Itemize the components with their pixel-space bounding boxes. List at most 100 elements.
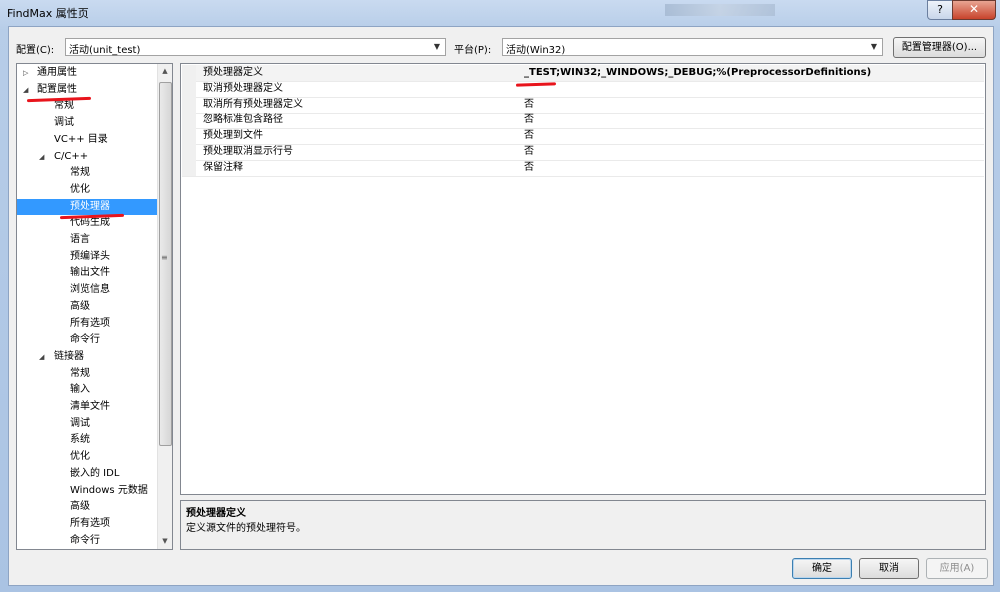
tree-item[interactable]: 清单文件	[17, 399, 157, 415]
grip-icon: ≡	[161, 253, 168, 262]
tree-item-label: VC++ 目录	[54, 133, 108, 145]
tree-item-label: C/C++	[54, 150, 89, 162]
tree-item[interactable]: 语言	[17, 232, 157, 248]
collapse-icon[interactable]: ◢	[23, 82, 28, 98]
tree-item-label: 命令行	[70, 534, 100, 546]
tree-item[interactable]: ◢ 配置属性	[17, 82, 157, 98]
property-name: 保留注释	[203, 161, 243, 173]
tree-item-label: 链接器	[54, 350, 84, 362]
collapse-icon[interactable]: ◢	[39, 149, 44, 165]
property-value[interactable]: 否	[524, 112, 534, 128]
platform-select-value: 活动(Win32)	[506, 45, 566, 56]
tree-item-label: 预处理器	[70, 200, 110, 212]
row-gutter	[182, 128, 196, 145]
tree-item[interactable]: 预编译头	[17, 249, 157, 265]
tree-item[interactable]: Windows 元数据	[17, 483, 157, 499]
title-bar[interactable]: FindMax 属性页 ? ✕	[0, 0, 1000, 26]
tree-item-label: 所有选项	[70, 317, 110, 329]
expand-icon[interactable]: ▷	[23, 65, 28, 81]
tree-item[interactable]: 高级	[17, 299, 157, 315]
help-button[interactable]: ?	[927, 0, 953, 20]
tree-item-label: 调试	[54, 117, 74, 129]
tree-item[interactable]: 嵌入的 IDL	[17, 466, 157, 482]
row-gutter	[182, 144, 196, 160]
row-gutter	[182, 80, 196, 97]
tree-item[interactable]: 所有选项	[17, 516, 157, 532]
property-row[interactable]: 预处理取消显示行号 否	[182, 144, 984, 161]
tree-item[interactable]: ◢ C/C++	[17, 149, 157, 165]
tree-item-label: 清单文件	[70, 401, 110, 412]
tree-item-label: 系统	[70, 434, 90, 446]
property-value[interactable]: 否	[524, 128, 534, 144]
property-row[interactable]: 取消预处理器定义	[182, 80, 984, 98]
tree-item-label: 通用属性	[37, 67, 77, 78]
property-row[interactable]: 保留注释 否	[182, 159, 984, 177]
tree-scrollbar[interactable]: ▲ ≡ ▼	[157, 64, 172, 549]
tree-item[interactable]: 常规	[17, 366, 157, 382]
tree-item-label: 高级	[70, 501, 90, 513]
window-title: FindMax 属性页	[7, 7, 89, 20]
close-button[interactable]: ✕	[952, 0, 996, 20]
platform-label: 平台(P):	[454, 45, 492, 56]
tree-item[interactable]: 高级	[17, 499, 157, 515]
background-taskbar-blur	[665, 4, 775, 16]
config-manager-button[interactable]: 配置管理器(O)...	[893, 37, 986, 58]
tree-item-label: 优化	[70, 451, 90, 463]
tree-item-label: 浏览信息	[70, 284, 110, 296]
tree-item-label: 常规	[70, 367, 90, 379]
description-text: 定义源文件的预处理符号。	[186, 523, 306, 534]
tree-item[interactable]: VC++ 目录	[17, 132, 157, 148]
tree-item[interactable]: 命令行	[17, 332, 157, 348]
property-row[interactable]: 忽略标准包含路径 否	[182, 112, 984, 130]
tree-item-label: 输入	[70, 384, 90, 396]
tree-item[interactable]: ▷ 通用属性	[17, 65, 157, 81]
property-value[interactable]: 否	[524, 144, 534, 160]
category-tree[interactable]: ▷ 通用属性 ◢ 配置属性 常规 调试 VC++ 目录 ◢ C/C++ 常规 优化 预处理器 代码生成语…	[16, 63, 173, 550]
tree-item[interactable]: 常规	[17, 165, 157, 181]
tree-item-label: 调试	[70, 417, 90, 429]
platform-select[interactable]: 活动(Win32) ▼	[502, 38, 883, 56]
config-select-value: 活动(unit_test)	[69, 45, 141, 56]
tree-item[interactable]: 优化	[17, 182, 157, 198]
chevron-down-icon: ▼	[433, 42, 441, 51]
tree-item-label: 预编译头	[70, 250, 110, 262]
tree-item[interactable]: 优化	[17, 449, 157, 465]
config-select[interactable]: 活动(unit_test) ▼	[65, 38, 446, 56]
cancel-button[interactable]: 取消	[859, 558, 919, 579]
row-gutter	[182, 112, 196, 129]
tree-item-label: 优化	[70, 183, 90, 195]
apply-button[interactable]: 应用(A)	[926, 558, 988, 579]
tree-item[interactable]: 所有选项	[17, 316, 157, 332]
tree-item[interactable]: ◢ 链接器	[17, 349, 157, 365]
tree-item[interactable]: 命令行	[17, 533, 157, 549]
row-gutter	[182, 65, 196, 81]
property-row[interactable]: 预处理器定义 _TEST;WIN32;_WINDOWS;_DEBUG;%(Prep…	[182, 65, 984, 82]
tree-item[interactable]: 预处理器	[17, 198, 157, 215]
collapse-icon[interactable]: ◢	[39, 349, 44, 365]
scroll-up-icon[interactable]: ▲	[158, 64, 172, 78]
scroll-thumb[interactable]: ≡	[159, 82, 172, 446]
property-name: 预处理取消显示行号	[203, 146, 293, 157]
row-gutter	[182, 159, 196, 176]
property-value[interactable]: 否	[524, 160, 534, 176]
tree-item[interactable]: 系统	[17, 432, 157, 448]
property-value[interactable]: 否	[524, 97, 534, 113]
tree-item-label: 嵌入的 IDL	[70, 467, 120, 479]
property-name: 取消预处理器定义	[203, 82, 283, 94]
ok-button[interactable]: 确定	[792, 558, 852, 579]
property-name: 忽略标准包含路径	[203, 114, 283, 126]
tree-item[interactable]: 调试	[17, 115, 157, 131]
property-row[interactable]: 预处理到文件 否	[182, 128, 984, 146]
tree-item[interactable]: 浏览信息	[17, 282, 157, 298]
tree-item[interactable]: 输入	[17, 382, 157, 398]
tree-item-label: Windows 元数据	[70, 484, 148, 496]
property-grid[interactable]: 预处理器定义 _TEST;WIN32;_WINDOWS;_DEBUG;%(Prep…	[180, 63, 986, 495]
property-value[interactable]: _TEST;WIN32;_WINDOWS;_DEBUG;%(Preprocess…	[524, 65, 871, 81]
tree-item[interactable]: 输出文件	[17, 265, 157, 281]
tree-item-label: 命令行	[70, 334, 100, 346]
tree-item-label: 配置属性	[37, 83, 77, 95]
tree-item[interactable]: 调试	[17, 416, 157, 432]
property-row[interactable]: 取消所有预处理器定义 否	[182, 96, 984, 114]
row-gutter	[182, 96, 196, 113]
scroll-down-icon[interactable]: ▼	[158, 534, 172, 548]
